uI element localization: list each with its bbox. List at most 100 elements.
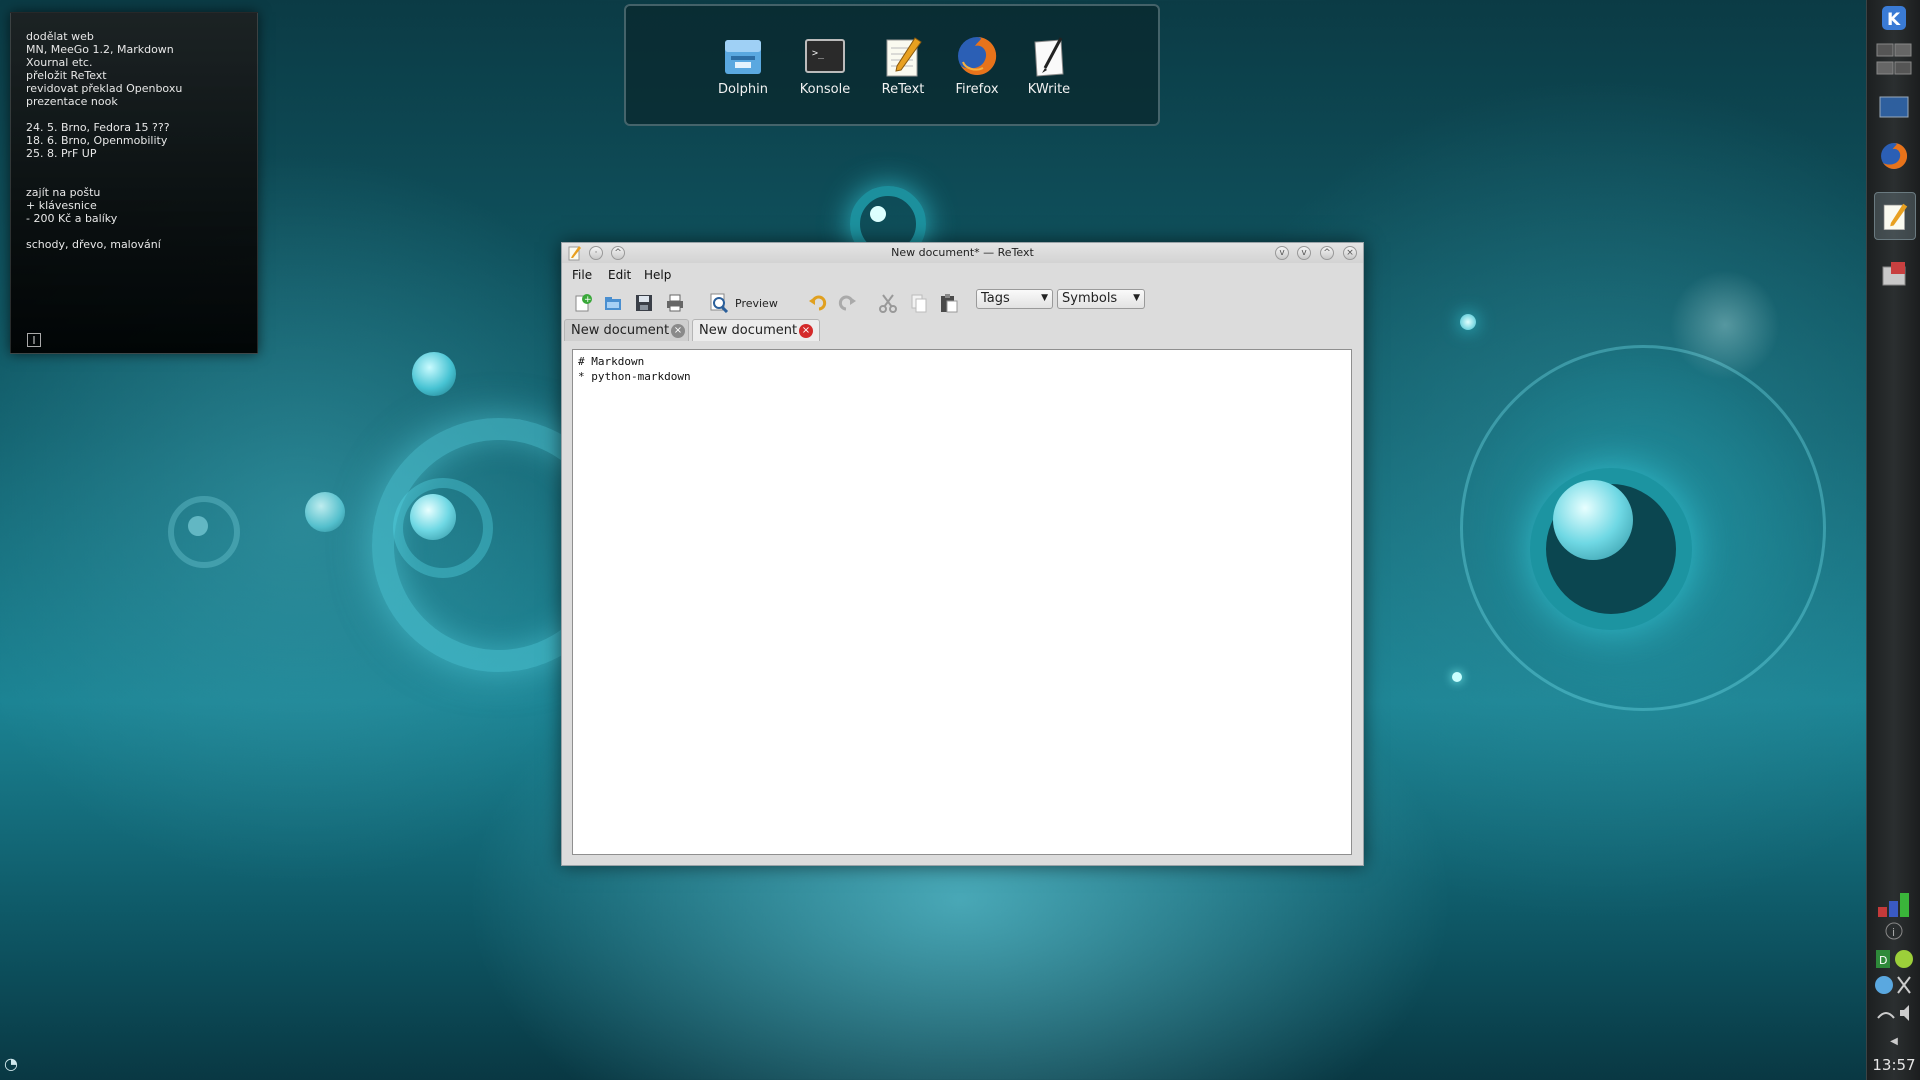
menu-file[interactable]: File	[572, 268, 592, 282]
chevron-down-icon: ▼	[1041, 293, 1048, 303]
text-cursor-icon[interactable]: I	[27, 333, 41, 347]
minimize-button[interactable]: v	[1297, 246, 1311, 260]
shade-button[interactable]: v	[1275, 246, 1289, 260]
document-tabs: New document × New document ×	[562, 319, 1363, 341]
launcher-kwrite[interactable]: KWrite	[1012, 28, 1086, 97]
symbols-dropdown[interactable]: Symbols ▼	[1057, 289, 1145, 309]
note-line: 25. 8. PrF UP	[26, 147, 97, 160]
note-line	[26, 108, 182, 121]
open-button[interactable]	[602, 292, 624, 314]
note-line	[26, 160, 182, 173]
close-button[interactable]: ×	[1343, 246, 1357, 260]
maximize-button[interactable]: ^	[1320, 246, 1334, 260]
menu-help[interactable]: Help	[644, 268, 671, 282]
firefox-icon	[958, 36, 997, 75]
notepad-pencil-icon	[1883, 203, 1908, 230]
launcher-label: Dolphin	[718, 82, 768, 97]
task-retext[interactable]	[1874, 192, 1916, 240]
note-line: prezentace nook	[26, 95, 118, 108]
note-line	[26, 173, 182, 186]
undo-icon	[809, 295, 827, 311]
redo-icon	[838, 295, 856, 311]
wallpaper-bubble	[188, 516, 208, 536]
tray-expand-arrow-icon[interactable]: ◀	[1874, 1030, 1914, 1052]
tray-apps-icon[interactable]: D	[1874, 948, 1914, 970]
chevron-down-icon: ▼	[1133, 293, 1140, 303]
network-volume-icon[interactable]	[1874, 1002, 1914, 1024]
copy-button[interactable]	[908, 292, 930, 314]
new-document-icon: +	[575, 294, 592, 312]
note-line: MN, MeeGo 1.2, Markdown	[26, 43, 174, 56]
wallpaper-bubble	[1460, 314, 1476, 330]
preview-label: Preview	[735, 296, 778, 310]
dashboard-toolbox-icon[interactable]: ◔	[4, 1054, 24, 1074]
launcher-firefox[interactable]: Firefox	[940, 28, 1014, 97]
paste-icon	[941, 294, 958, 313]
undo-button[interactable]	[806, 292, 828, 314]
task-firefox[interactable]	[1874, 136, 1914, 176]
tags-dropdown-value: Tags	[981, 291, 1010, 306]
paper-pen-icon	[1034, 37, 1064, 77]
tab-document-2[interactable]: New document ×	[692, 319, 820, 341]
window-titlebar[interactable]: · ^ New document* — ReText v v ^ ×	[562, 243, 1363, 263]
note-line: schody, dřevo, malování	[26, 238, 161, 251]
quicklaunch-widget: Dolphin >_ Konsole ReText Firefox KWrite	[624, 4, 1160, 126]
tray-row-1: D	[1874, 946, 1914, 972]
wallpaper-bubble	[412, 352, 456, 396]
note-line: - 200 Kč a balíky	[26, 212, 118, 225]
wallpaper-ring	[168, 496, 240, 568]
tab-document-1[interactable]: New document ×	[564, 319, 689, 341]
window-title: New document* — ReText	[891, 246, 1034, 259]
retext-window: · ^ New document* — ReText v v ^ × File …	[561, 242, 1364, 866]
notifications-button[interactable]: i	[1874, 918, 1914, 944]
wallpaper-bubble	[305, 492, 345, 532]
close-tab-icon[interactable]: ×	[799, 324, 813, 338]
note-line: Xournal etc.	[26, 56, 93, 69]
launcher-konsole[interactable]: >_ Konsole	[788, 28, 862, 97]
pager-widget[interactable]	[1874, 38, 1914, 82]
firefox-icon	[1881, 143, 1908, 169]
note-line: 18. 6. Brno, Openmobility	[26, 134, 168, 147]
wallpaper-bubble	[1452, 672, 1462, 682]
bar-monitor-icon	[1878, 893, 1909, 917]
svg-text:>_: >_	[812, 48, 825, 59]
clock[interactable]: 13:57	[1867, 1056, 1920, 1074]
new-document-button[interactable]: +	[572, 292, 594, 314]
scissors-icon	[879, 294, 897, 313]
wallpaper-bubble	[1553, 480, 1633, 560]
cut-button[interactable]	[877, 292, 899, 314]
note-line: dodělat web	[26, 30, 94, 43]
note-line: zajít na poštu	[26, 186, 101, 199]
terminal-icon: >_	[805, 39, 845, 73]
kde-logo-icon: K	[1882, 6, 1906, 30]
kickoff-menu-button[interactable]: K	[1874, 0, 1914, 38]
close-tab-icon[interactable]: ×	[671, 324, 685, 338]
paste-button[interactable]	[938, 292, 960, 314]
launcher-dolphin[interactable]: Dolphin	[706, 28, 780, 97]
markdown-editor[interactable]: # Markdown * python-markdown	[572, 349, 1352, 855]
tags-dropdown[interactable]: Tags ▼	[976, 289, 1053, 309]
copy-icon	[911, 294, 927, 313]
note-line: + klávesnice	[26, 199, 97, 212]
save-button[interactable]	[633, 292, 655, 314]
task-desktop[interactable]	[1874, 88, 1914, 128]
note-line: revidovat překlad Openboxu	[26, 82, 183, 95]
print-button[interactable]	[664, 292, 686, 314]
launcher-label: KWrite	[1027, 82, 1071, 97]
notes-widget[interactable]: dodělat web MN, MeeGo 1.2, Markdown Xour…	[10, 12, 258, 354]
desktop-pager-icon	[1876, 43, 1912, 75]
launcher-retext[interactable]: ReText	[866, 28, 940, 97]
launcher-label: Konsole	[799, 82, 851, 97]
notes-text[interactable]: dodělat web MN, MeeGo 1.2, Markdown Xour…	[26, 30, 182, 251]
preview-button[interactable]: Preview	[710, 292, 778, 314]
task-package-manager[interactable]	[1874, 254, 1914, 294]
tray-tools-icon[interactable]	[1874, 974, 1914, 996]
menu-edit[interactable]: Edit	[608, 268, 631, 282]
menu-bar: File Edit Help	[562, 265, 1363, 285]
printer-icon	[667, 294, 683, 312]
redo-button[interactable]	[837, 292, 859, 314]
svg-text:i: i	[1892, 926, 1895, 939]
notepad-pencil-icon	[886, 37, 922, 77]
tab-label: New document	[699, 323, 798, 338]
info-icon: i	[1885, 922, 1903, 940]
